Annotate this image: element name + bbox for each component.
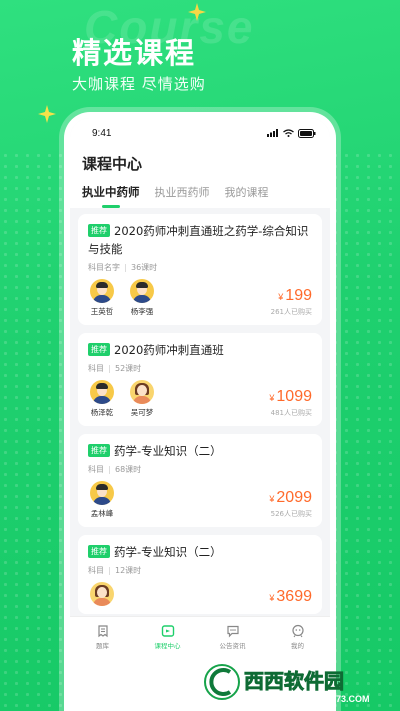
page-title: 课程中心 [82,155,143,173]
teacher [88,582,116,606]
course-card[interactable]: 推荐 2020药师冲刺直通班 科目 52课时 杨泽乾 吴可梦 ¥1099 481… [78,333,322,426]
teacher: 孟林峰 [88,481,116,519]
avatar [90,582,114,606]
teacher: 杨李强 [128,279,156,317]
course-subject: 科目名字 [88,263,120,272]
course-title: 推荐 2020药师冲刺直通班之药学-综合知识与技能 [88,224,309,256]
tabbar-course-center[interactable]: 课程中心 [143,624,193,650]
status-bar: 9:41 [70,118,330,148]
tabbar-profile[interactable]: 我的 [273,624,323,650]
course-list: 推荐 2020药师冲刺直通班之药学-综合知识与技能 科目名字 36课时 王英哲 杨… [70,208,330,614]
course-meta: 科目 52课时 [88,363,312,374]
teacher-name: 杨李强 [130,307,154,316]
teacher-list: 孟林峰 [88,481,116,519]
course-price: ¥2099 [269,489,312,506]
promo-title: 精选课程 [72,36,197,70]
teacher-name: 吴可梦 [130,408,154,417]
announcement-icon [226,625,239,637]
sparkle-icon [188,3,206,21]
course-price: ¥3699 [269,588,312,605]
course-meta: 科目名字 36课时 [88,262,312,273]
buyer-count: 526人已购买 [270,510,312,518]
course-hours: 52课时 [115,364,142,373]
tabbar-question-bank[interactable]: 题库 [78,624,128,650]
avatar [90,380,114,404]
recommend-badge: 推荐 [88,343,110,356]
avatar [90,481,114,505]
sparkle-icon [38,105,56,123]
course-meta: 科目 12课时 [88,565,312,576]
wifi-icon [283,129,294,137]
recommend-badge: 推荐 [88,224,110,237]
avatar [130,380,154,404]
battery-icon [298,128,316,138]
promo-subtitle: 大咖课程 尽情选购 [72,75,206,93]
course-title: 推荐 药学-专业知识（二） [88,442,312,460]
course-hours: 36课时 [131,263,158,272]
course-title: 推荐 药学-专业知识（二） [88,543,312,561]
tab-western-pharmacist[interactable]: 执业西药师 [155,184,210,200]
teacher: 吴可梦 [128,380,156,418]
teacher-list [88,582,116,606]
course-price: ¥199 [278,287,312,304]
buyer-count: 261人已购买 [270,308,312,316]
phone-screen: 9:41 课程中心 执业中药师 执业西药师 我的课程 推荐 2020药师冲刺直通… [70,118,330,656]
avatar [130,279,154,303]
tab-chinese-pharmacist[interactable]: 执业中药师 [82,184,140,200]
watermark-logo: 西西软件园 CR173.COM [202,662,370,704]
teacher: 杨泽乾 [88,380,116,418]
status-time: 9:41 [92,127,112,139]
tab-my-courses[interactable]: 我的课程 [225,184,269,200]
course-subject: 科目 [88,465,104,474]
page-header: 课程中心 执业中药师 执业西药师 我的课程 [70,148,330,208]
watermark-url: CR173.COM [318,694,370,704]
teacher-list: 王英哲 杨李强 [88,279,156,317]
course-card[interactable]: 推荐 2020药师冲刺直通班之药学-综合知识与技能 科目名字 36课时 王英哲 杨… [78,214,322,325]
category-tabs: 执业中药师 执业西药师 我的课程 [82,182,318,208]
teacher: 王英哲 [88,279,116,317]
course-card[interactable]: 推荐 药学-专业知识（二） 科目 12课时 ¥3699 [78,535,322,614]
course-card[interactable]: 推荐 药学-专业知识（二） 科目 68课时 孟林峰 ¥2099 526人已购买 [78,434,322,527]
course-subject: 科目 [88,566,104,575]
bottom-tab-bar: 题库 课程中心 公告资讯 我的 [70,616,330,656]
course-price: ¥1099 [269,388,312,405]
teacher-name: 王英哲 [90,307,114,316]
teacher-name: 孟林峰 [90,509,114,518]
buyer-count: 481人已购买 [270,409,312,417]
course-hours: 68课时 [115,465,142,474]
profile-icon [291,624,304,637]
recommend-badge: 推荐 [88,444,110,457]
watermark-brand: 西西软件园 [244,669,344,693]
avatar [90,279,114,303]
recommend-badge: 推荐 [88,545,110,558]
course-title: 推荐 2020药师冲刺直通班 [88,341,312,359]
course-hours: 12课时 [115,566,142,575]
course-subject: 科目 [88,364,104,373]
course-meta: 科目 68课时 [88,464,312,475]
question-bank-icon [97,624,108,637]
tabbar-announcements[interactable]: 公告资讯 [208,624,258,650]
signal-icon [267,129,278,137]
teacher-list: 杨泽乾 吴可梦 [88,380,156,418]
course-center-icon [161,624,174,637]
teacher-name: 杨泽乾 [90,408,114,417]
